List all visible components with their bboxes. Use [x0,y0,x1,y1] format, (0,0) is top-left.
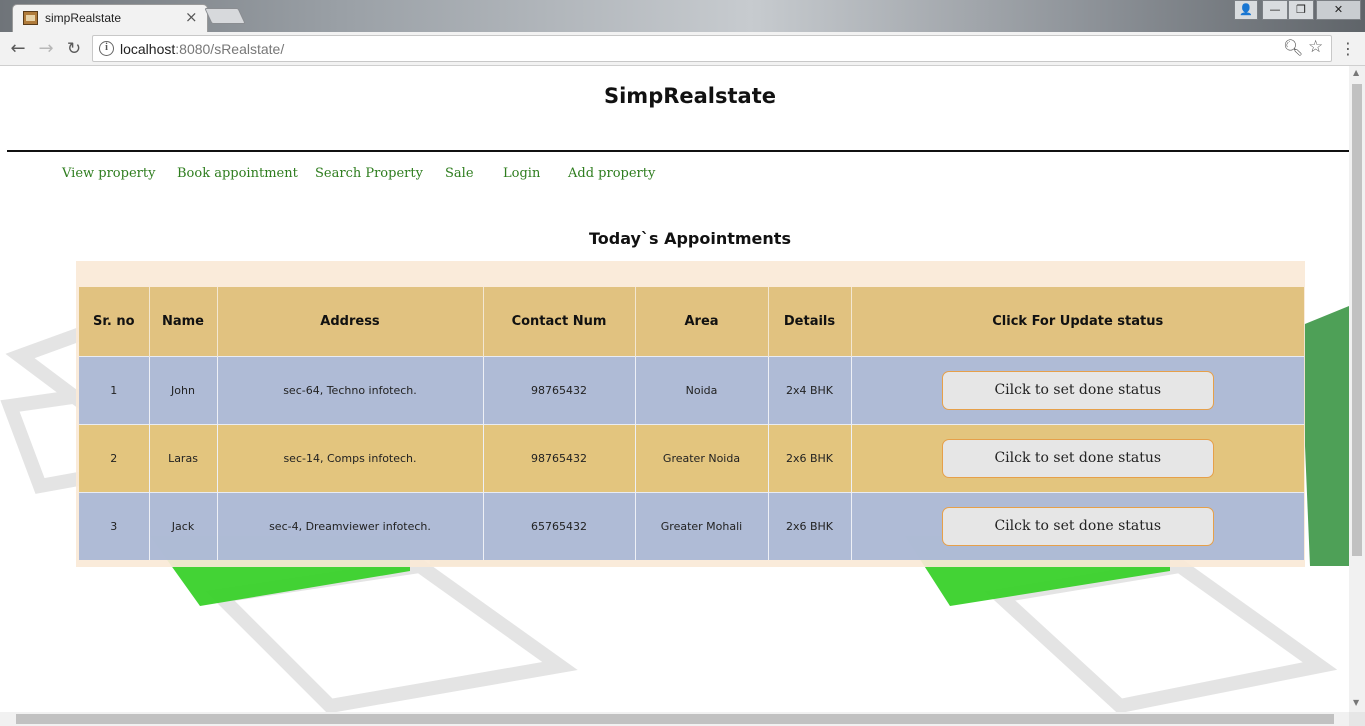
appointments-title: Today`s Appointments [589,229,791,248]
scroll-down-icon[interactable]: ▼ [1353,698,1359,707]
cell-name: Laras [149,423,218,492]
zoom-icon[interactable]: 🔍︎ [1283,38,1303,57]
table-row: 3 Jack sec-4, Dreamviewer infotech. 6576… [79,491,1304,560]
profile-icon[interactable]: 👤 [1234,0,1258,20]
vertical-scroll-thumb[interactable] [1352,84,1362,556]
column-header-area: Area [635,287,769,356]
info-icon[interactable]: i [99,41,114,56]
cell-contact: 98765432 [483,423,636,492]
tab-title: simpRealstate [45,11,122,25]
set-done-status-button[interactable]: Cilck to set done status [941,506,1214,546]
tab-close-icon[interactable]: × [185,8,198,26]
reload-icon[interactable]: ↻ [62,37,86,61]
site-title: SimpRealstate [603,84,776,108]
column-header-address: Address [217,287,484,356]
horizontal-scrollbar[interactable] [0,712,1349,726]
cell-details: 2x6 BHK [768,423,852,492]
site-favicon-icon [23,11,38,25]
nav-search-property[interactable]: Search Property [315,166,423,181]
table-header-row: Sr. no Name Address Contact Num Area Det… [79,287,1304,356]
cell-sr-no: 3 [79,491,150,560]
table-row: 2 Laras sec-14, Comps infotech. 98765432… [79,423,1304,492]
cell-area: Greater Mohali [635,491,769,560]
appointments-table: Sr. no Name Address Contact Num Area Det… [79,287,1304,560]
cell-address: sec-14, Comps infotech. [217,423,484,492]
page-viewport: SimpRealstate View property Book appoint… [0,66,1349,712]
cell-area: Noida [635,355,769,424]
vertical-scrollbar[interactable]: ▲ ▼ [1349,66,1365,712]
cell-contact: 65765432 [483,491,636,560]
browser-tab[interactable]: simpRealstate × [12,4,208,32]
column-header-sr-no: Sr. no [79,287,150,356]
star-icon[interactable]: ☆ [1308,37,1323,57]
set-done-status-button[interactable]: Cilck to set done status [941,370,1214,410]
column-header-details: Details [768,287,852,356]
cell-name: John [149,355,218,424]
cell-sr-no: 1 [79,355,150,424]
restore-icon[interactable]: ❐ [1288,0,1314,20]
cell-action: Cilck to set done status [851,491,1304,560]
nav-login[interactable]: Login [503,166,540,181]
column-header-contact: Contact Num [483,287,636,356]
close-window-icon[interactable]: ✕ [1316,0,1361,20]
set-done-status-button[interactable]: Cilck to set done status [941,438,1214,478]
cell-area: Greater Noida [635,423,769,492]
url-text[interactable]: localhost:8080/sRealstate/ [120,41,284,57]
forward-arrow-icon[interactable]: → [34,37,58,61]
browser-toolbar: ← → ↻ i localhost:8080/sRealstate/ 🔍︎ ☆ … [0,32,1365,66]
browser-tab-strip: simpRealstate × 👤 — ❐ ✕ [0,0,1365,32]
back-arrow-icon[interactable]: ← [6,37,30,61]
cell-contact: 98765432 [483,355,636,424]
cell-action: Cilck to set done status [851,355,1304,424]
horizontal-scroll-thumb[interactable] [16,714,1334,724]
column-header-name: Name [149,287,218,356]
column-header-update-status: Click For Update status [851,287,1304,356]
scrollbar-corner [1349,712,1365,726]
url-host: localhost [120,41,176,57]
header-divider [7,150,1349,152]
table-row: 1 John sec-64, Techno infotech. 98765432… [79,355,1304,424]
cell-details: 2x6 BHK [768,491,852,560]
minimize-icon[interactable]: — [1262,0,1288,20]
nav-view-property[interactable]: View property [62,166,155,181]
menu-icon[interactable]: ⋮ [1340,39,1356,58]
nav-add-property[interactable]: Add property [568,166,655,181]
cell-sr-no: 2 [79,423,150,492]
cell-action: Cilck to set done status [851,423,1304,492]
nav-book-appointment[interactable]: Book appointment [177,166,298,181]
url-path: :8080/sRealstate/ [175,41,285,57]
new-tab-button[interactable] [204,8,246,24]
cell-details: 2x4 BHK [768,355,852,424]
cell-name: Jack [149,491,218,560]
cell-address: sec-4, Dreamviewer infotech. [217,491,484,560]
address-bar[interactable]: i localhost:8080/sRealstate/ 🔍︎ ☆ [92,35,1332,62]
cell-address: sec-64, Techno infotech. [217,355,484,424]
nav-sale[interactable]: Sale [445,166,474,181]
scroll-up-icon[interactable]: ▲ [1353,68,1359,77]
